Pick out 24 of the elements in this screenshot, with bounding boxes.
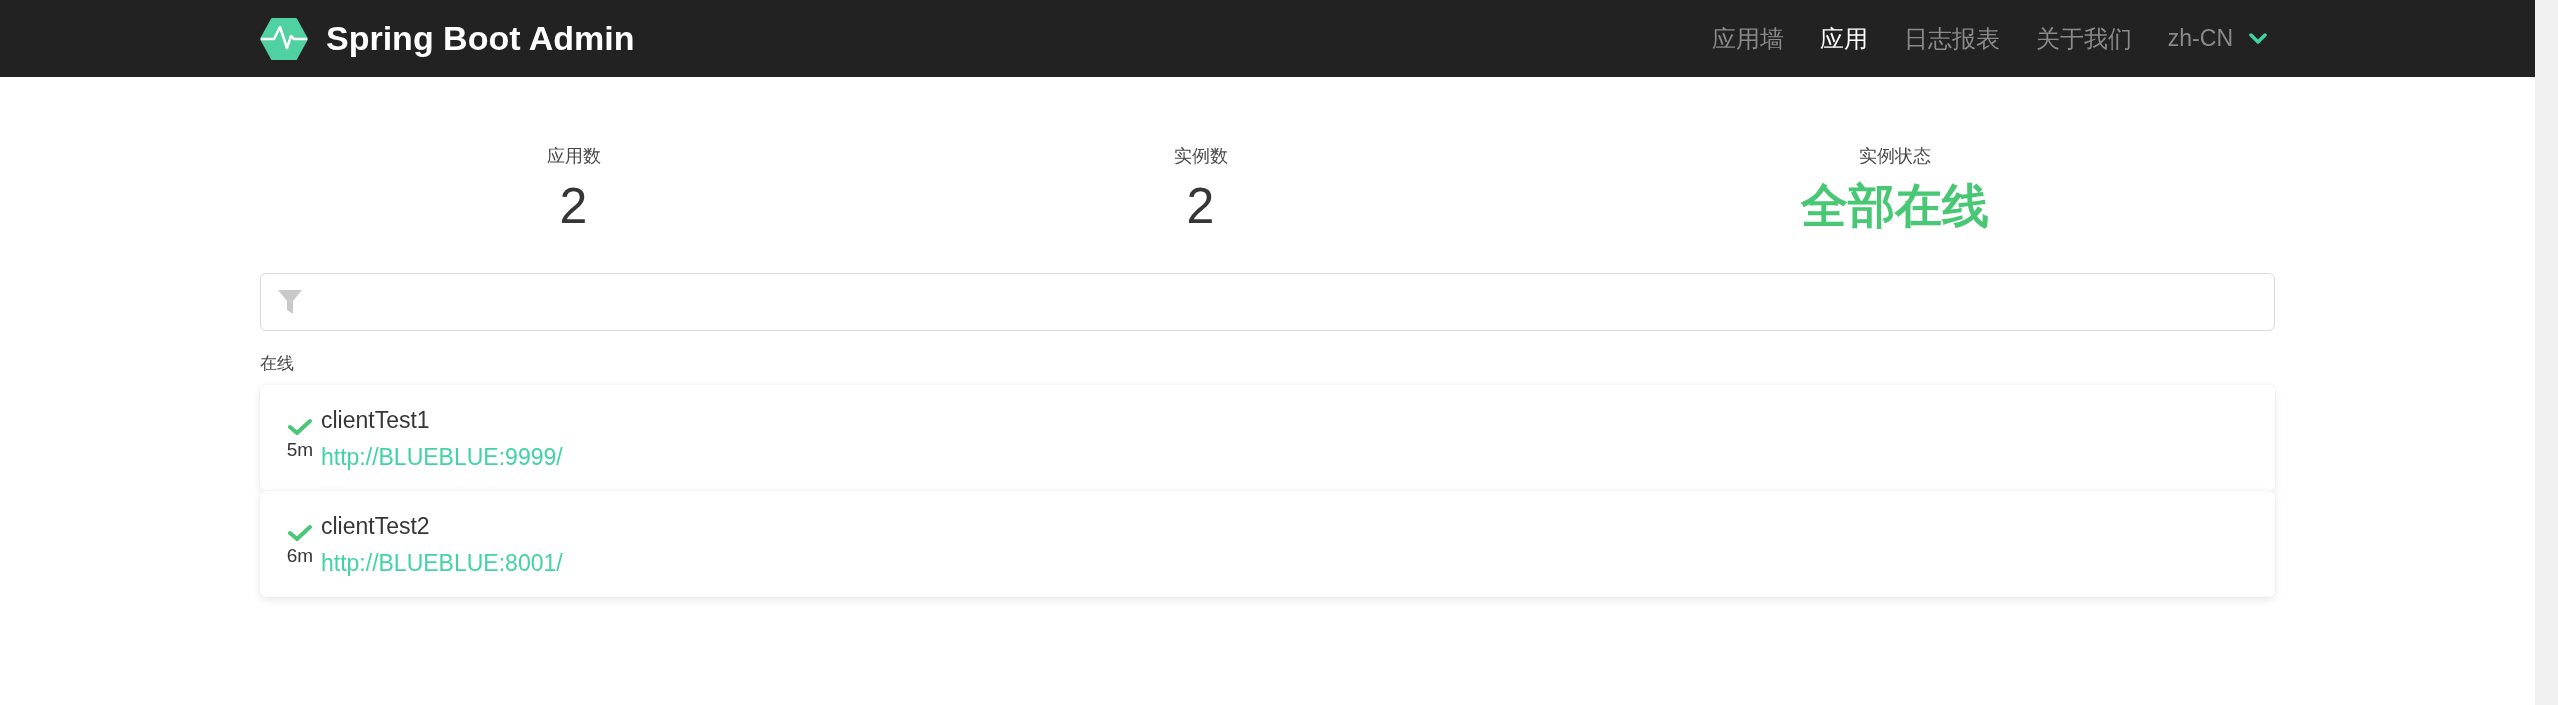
nav-link[interactable]: 日志报表 <box>1885 0 2018 77</box>
stat-label: 应用数 <box>546 145 601 167</box>
filter-field[interactable] <box>260 273 2275 331</box>
stat-value: 全部在线 <box>1800 181 1989 231</box>
language-dropdown[interactable]: zh-CN <box>2149 0 2267 77</box>
stat-value: 2 <box>559 181 588 231</box>
stat-label: 实例数 <box>1173 145 1228 167</box>
nav-link[interactable]: 关于我们 <box>2017 0 2150 77</box>
logo-icon <box>260 17 308 60</box>
scrollbar-track[interactable] <box>2535 0 2558 705</box>
chevron-down-icon <box>2249 32 2267 45</box>
nav-link[interactable]: 应用墙 <box>1693 0 1802 77</box>
stat-value: 2 <box>1186 181 1215 231</box>
application-name: clientTest2 <box>321 512 430 540</box>
uptime-text: 5m <box>286 439 314 461</box>
uptime-text: 6m <box>286 545 314 567</box>
nav-link[interactable]: 应用 <box>1801 0 1886 77</box>
brand-link[interactable]: Spring Boot Admin <box>260 13 635 64</box>
group-title: 在线 <box>260 353 294 375</box>
application-card[interactable]: 6m clientTest2 http://BLUEBLUE:8001/ <box>260 491 2275 597</box>
application-name: clientTest1 <box>321 406 430 434</box>
filter-icon <box>278 290 302 314</box>
stat-label: 实例状态 <box>1858 145 1931 167</box>
application-card[interactable]: 5m clientTest1 http://BLUEBLUE:9999/ <box>260 385 2275 491</box>
